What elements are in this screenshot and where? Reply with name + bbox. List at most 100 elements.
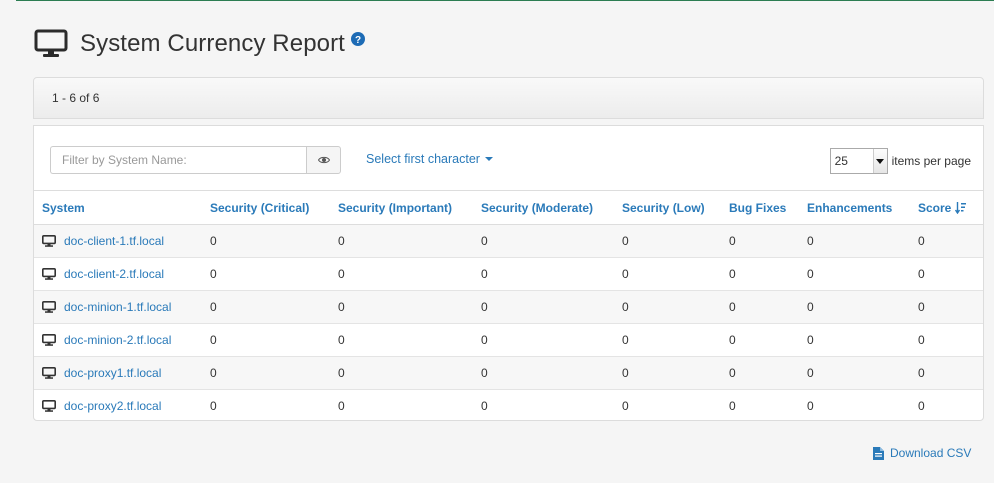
cell-system: doc-minion-2.tf.local [34,323,202,357]
column-header-enhancements[interactable]: Enhancements [799,190,910,225]
column-header-security-moderate[interactable]: Security (Moderate) [473,190,614,225]
desktop-icon [42,367,56,379]
cell-score: 0 [910,356,983,390]
page-size-select[interactable]: 25 [829,148,888,174]
cell-security-important: 0 [330,257,473,291]
filter-group [50,146,341,174]
cell-security-moderate: 0 [473,224,614,258]
system-link[interactable]: doc-proxy1.tf.local [64,366,161,380]
desktop-icon [42,268,56,280]
caret-down-icon [484,157,493,161]
table-row: doc-minion-2.tf.local 0 0 0 0 0 0 0 [34,323,983,357]
table-header-row: System Security (Critical) Security (Imp… [34,190,983,225]
currency-report-table: System Security (Critical) Security (Imp… [34,190,983,423]
system-link[interactable]: doc-client-2.tf.local [64,267,164,281]
cell-security-critical: 0 [210,399,217,414]
desktop-icon [34,29,68,57]
question-circle-icon[interactable]: ? [350,32,365,46]
cell-security-important: 0 [338,399,345,414]
column-header-system[interactable]: System [34,190,202,225]
cell-security-low: 0 [614,257,721,291]
results-range-text: 1 - 6 of 6 [52,91,100,105]
svg-text:?: ? [355,35,361,46]
column-header-score[interactable]: Score [910,190,983,225]
cell-bug-fixes: 0 [721,290,799,324]
cell-security-critical: 0 [202,224,330,258]
column-header-security-critical[interactable]: Security (Critical) [202,190,330,225]
top-accent-line [16,0,994,1]
cell-enhancements: 0 [799,323,910,357]
download-csv-link[interactable]: Download CSV [873,446,971,460]
cell-bug-fixes: 0 [729,399,736,414]
page-header: System Currency Report ? [34,24,365,64]
desktop-icon [42,334,56,346]
cell-security-low: 0 [614,323,721,357]
cell-score: 0 [910,290,983,324]
table-row: doc-minion-1.tf.local 0 0 0 0 0 0 0 [34,290,983,324]
cell-security-low: 0 [622,399,629,414]
items-per-page-label: items per page [891,154,971,168]
items-per-page-control: 25 items per page [829,148,971,174]
system-link[interactable]: doc-minion-1.tf.local [64,300,171,314]
cell-bug-fixes: 0 [721,323,799,357]
cell-enhancements: 0 [807,399,814,414]
table-row: doc-client-2.tf.local 0 0 0 0 0 0 0 [34,257,983,291]
column-header-bug-fixes[interactable]: Bug Fixes [721,190,799,225]
table-row: doc-proxy2.tf.local 0 0 0 0 0 0 0 [34,390,983,423]
table-row: doc-client-1.tf.local 0 0 0 0 0 0 0 [34,224,983,258]
filter-eye-button[interactable] [306,146,341,174]
cell-enhancements: 0 [799,290,910,324]
cell-security-important: 0 [330,356,473,390]
cell-bug-fixes: 0 [721,356,799,390]
cell-enhancements: 0 [799,224,910,258]
system-link[interactable]: doc-minion-2.tf.local [64,333,171,347]
select-first-character-label: Select first character [366,152,480,166]
page-size-value: 25 [834,154,848,168]
cell-system: doc-client-1.tf.local [34,224,202,258]
cell-security-moderate: 0 [473,356,614,390]
system-link[interactable]: doc-proxy2.tf.local [64,399,161,413]
select-arrow-icon [872,149,887,173]
column-header-score-label: Score [918,200,952,215]
cell-system: doc-proxy2.tf.local [34,390,202,423]
cell-security-moderate: 0 [473,323,614,357]
desktop-icon [42,235,56,247]
desktop-icon [42,400,56,413]
column-header-security-low[interactable]: Security (Low) [614,190,721,225]
cell-security-low: 0 [614,224,721,258]
report-panel: Select first character 25 items per page… [33,125,984,421]
download-csv-label: Download CSV [890,446,972,460]
cell-score: 0 [910,323,983,357]
cell-score: 0 [910,257,983,291]
sort-desc-icon [955,201,967,214]
system-name-filter-input[interactable] [50,146,306,174]
results-summary-bar: 1 - 6 of 6 [33,77,984,119]
cell-security-low: 0 [614,356,721,390]
cell-security-important: 0 [330,224,473,258]
cell-system: doc-proxy1.tf.local [34,356,202,390]
cell-security-important: 0 [330,323,473,357]
cell-bug-fixes: 0 [721,224,799,258]
column-header-security-important[interactable]: Security (Important) [330,190,473,225]
cell-security-critical: 0 [202,356,330,390]
cell-security-low: 0 [614,290,721,324]
cell-bug-fixes: 0 [721,257,799,291]
cell-security-critical: 0 [202,290,330,324]
select-first-character-dropdown[interactable]: Select first character [366,152,493,166]
cell-security-critical: 0 [202,257,330,291]
cell-system: doc-minion-1.tf.local [34,290,202,324]
cell-score: 0 [918,399,925,414]
cell-security-moderate: 0 [473,290,614,324]
cell-enhancements: 0 [799,356,910,390]
table-row: doc-proxy1.tf.local 0 0 0 0 0 0 0 [34,356,983,390]
eye-icon [317,156,330,164]
cell-security-moderate: 0 [473,257,614,291]
system-link[interactable]: doc-client-1.tf.local [64,234,164,248]
page-title: System Currency Report [80,30,345,57]
desktop-icon [42,301,56,313]
cell-security-important: 0 [330,290,473,324]
cell-security-moderate: 0 [481,399,488,414]
file-csv-icon [873,446,884,460]
cell-enhancements: 0 [799,257,910,291]
cell-system: doc-client-2.tf.local [34,257,202,291]
